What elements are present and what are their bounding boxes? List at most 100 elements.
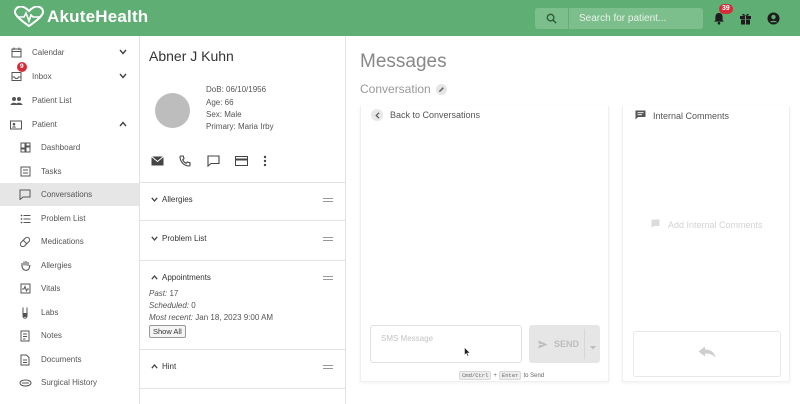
sidebar-item-inbox[interactable]: 9 Inbox <box>0 62 139 88</box>
credit-card-icon[interactable] <box>235 154 263 168</box>
appointments-scheduled: Scheduled: 0 <box>149 301 196 310</box>
heart-pulse-icon <box>14 6 44 28</box>
account-icon[interactable] <box>765 10 781 26</box>
drag-handle-icon[interactable] <box>323 237 333 243</box>
appointments-most-recent: Most recent: Jan 18, 2023 9:00 AM <box>149 313 273 322</box>
divider <box>140 260 345 261</box>
sidebar-item-allergies[interactable]: Allergies <box>0 254 139 277</box>
send-button[interactable]: SEND <box>529 325 600 363</box>
patient-age: Age: 66 <box>206 98 234 107</box>
send-label: SEND <box>554 339 580 349</box>
comment-add-icon <box>651 219 660 230</box>
section-hint[interactable]: Hint <box>151 362 176 371</box>
chevron-down-icon[interactable] <box>151 195 158 204</box>
section-allergies-label: Allergies <box>162 195 193 204</box>
comment-submit-box[interactable] <box>633 331 781 377</box>
patient-sex: Sex: Male <box>206 110 242 119</box>
conversation-label: Conversation <box>360 82 431 96</box>
sidebar-item-tasks[interactable]: Tasks <box>0 160 139 183</box>
sidebar-item-calendar[interactable]: Calendar <box>0 41 139 64</box>
sidebar-item-label: Conversations <box>41 190 93 199</box>
sidebar-item-documents[interactable]: Documents <box>0 348 139 371</box>
sidebar-item-dashboard[interactable]: Dashboard <box>0 136 139 159</box>
chevron-left-icon[interactable] <box>371 109 383 121</box>
conversation-subtitle: Conversation <box>360 82 447 96</box>
conversation-panel: Back to Conversations SEND Cmd/Ctrl + En… <box>360 106 609 382</box>
back-to-conversations[interactable]: Back to Conversations <box>371 109 480 121</box>
sidebar-item-problem-list[interactable]: Problem List <box>0 207 139 230</box>
add-internal-comments-label: Add Internal Comments <box>668 219 763 230</box>
sidebar-item-medications[interactable]: Medications <box>0 230 139 253</box>
chevron-up-icon[interactable] <box>119 120 127 129</box>
pencil-icon[interactable] <box>435 83 447 95</box>
sidebar-item-conversations[interactable]: Conversations <box>0 183 139 206</box>
chevron-down-icon[interactable] <box>119 72 127 81</box>
section-allergies[interactable]: Allergies <box>151 195 193 204</box>
sidebar-item-label: Surgical History <box>41 378 98 387</box>
recent-value: Jan 18, 2023 9:00 AM <box>195 313 274 322</box>
section-appointments[interactable]: Appointments <box>151 273 211 282</box>
chevron-up-icon[interactable] <box>151 273 158 282</box>
section-problem-list[interactable]: Problem List <box>151 234 206 243</box>
caret-down-icon[interactable] <box>590 342 596 352</box>
kbd-enter: Enter <box>498 371 522 380</box>
sidebar-item-patient[interactable]: Patient <box>0 113 139 136</box>
phone-icon[interactable] <box>179 154 207 168</box>
section-problem-list-label: Problem List <box>162 234 207 243</box>
page-title: Messages <box>360 51 447 72</box>
search-input[interactable] <box>579 13 689 24</box>
send-dropdown-divider <box>584 329 585 359</box>
divider <box>140 349 345 350</box>
calendar-icon <box>9 46 23 60</box>
inbox-badge: 9 <box>17 62 27 72</box>
chevron-down-icon[interactable] <box>119 48 127 57</box>
patient-dob: DoB: 06/10/1956 <box>206 85 267 94</box>
patient-panel: Abner J Kuhn DoB: 06/10/1956 Age: 66 Sex… <box>140 36 346 404</box>
people-icon <box>9 94 23 108</box>
avatar <box>155 93 190 128</box>
sidebar-item-labs[interactable]: Labs <box>0 301 139 324</box>
notifications-bell-icon[interactable]: 39 <box>711 4 733 26</box>
sms-message-input[interactable] <box>371 326 521 362</box>
more-vertical-icon[interactable] <box>263 154 291 168</box>
chevron-up-icon[interactable] <box>151 362 158 371</box>
sidebar-item-label: Notes <box>41 331 62 340</box>
search-icon[interactable] <box>535 8 569 29</box>
scheduled-label: Scheduled: <box>149 301 190 310</box>
sidebar-item-label: Labs <box>41 308 59 317</box>
kbd-suffix: to Send <box>523 372 545 379</box>
vitals-icon <box>18 282 32 296</box>
reply-icon[interactable] <box>698 345 716 363</box>
patient-primary: Primary: Maria Irby <box>206 122 274 131</box>
sidebar-item-label: Problem List <box>41 214 86 223</box>
kbd-mod: Cmd/Ctrl <box>459 371 492 380</box>
document-icon <box>18 353 32 367</box>
drag-handle-icon[interactable] <box>323 198 333 204</box>
sidebar-item-label: Documents <box>41 355 82 364</box>
sidebar-item-surgical-history[interactable]: Surgical History <box>0 371 139 394</box>
sidebar-item-vitals[interactable]: Vitals <box>0 277 139 300</box>
show-all-button[interactable]: Show All <box>149 325 186 338</box>
sidebar: Calendar 9 Inbox Patient List Patient Da… <box>0 36 140 404</box>
internal-comments-panel: Internal Comments Add Internal Comments <box>622 106 790 382</box>
messages-main: Messages Conversation Back to Conversati… <box>346 36 800 404</box>
add-internal-comments[interactable]: Add Internal Comments <box>651 219 763 230</box>
email-icon[interactable] <box>151 154 179 168</box>
drag-handle-icon[interactable] <box>323 365 333 371</box>
pill-icon <box>18 235 32 249</box>
chevron-down-icon[interactable] <box>151 234 158 243</box>
tasks-icon <box>18 165 32 179</box>
recent-label: Most recent: <box>149 313 194 322</box>
gift-icon[interactable] <box>737 10 753 26</box>
patient-search[interactable] <box>535 8 703 29</box>
app-logo[interactable]: AkuteHealth <box>14 6 148 28</box>
sidebar-item-label: Patient List <box>32 96 72 105</box>
chat-icon <box>18 188 32 202</box>
message-icon[interactable] <box>207 154 235 168</box>
patient-name: Abner J Kuhn <box>149 48 234 64</box>
sidebar-item-notes[interactable]: Notes <box>0 324 139 347</box>
patient-actions <box>151 154 291 168</box>
sidebar-item-patient-list[interactable]: Patient List <box>0 89 139 112</box>
sms-message-box[interactable] <box>370 325 522 363</box>
drag-handle-icon[interactable] <box>323 276 333 282</box>
